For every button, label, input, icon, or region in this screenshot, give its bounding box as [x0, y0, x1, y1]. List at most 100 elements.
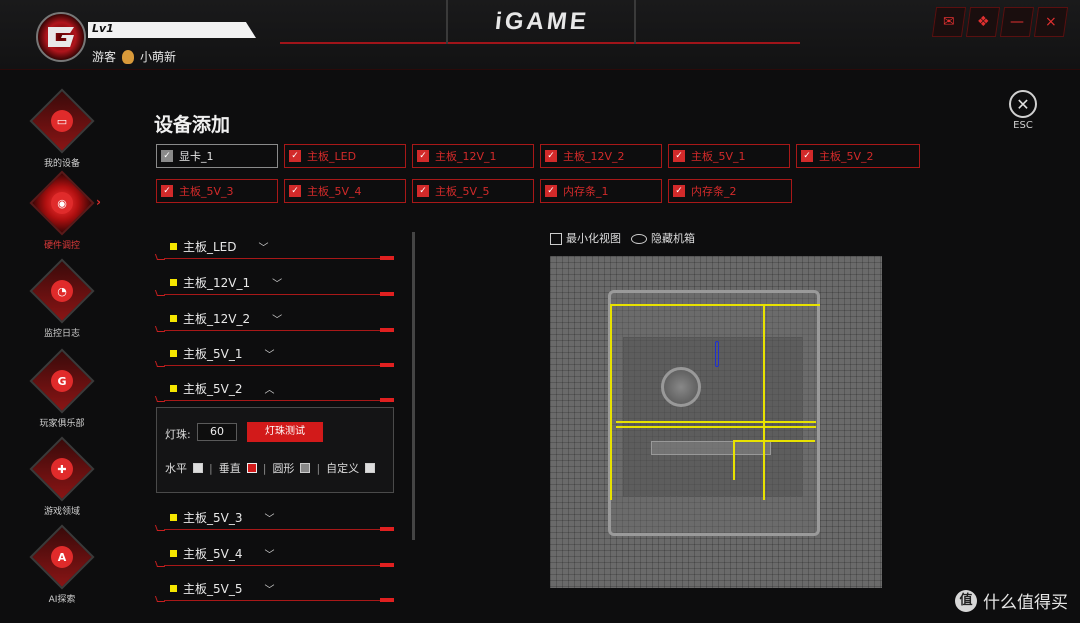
- device-label: 主板_5V_4: [307, 185, 362, 198]
- device-toggle[interactable]: ✓ 主板_5V_1: [668, 144, 790, 168]
- slider-handle[interactable]: [380, 398, 394, 402]
- view-toggles: 最小化视图 隐藏机箱: [550, 230, 695, 246]
- list-item[interactable]: 主板_12V_2 ﹀: [154, 308, 396, 344]
- slider-handle[interactable]: [380, 598, 394, 602]
- list-item[interactable]: 主板_LED ﹀: [154, 236, 396, 272]
- chevron-down-icon[interactable]: ﹀: [264, 581, 274, 596]
- device-toggle[interactable]: ✓ 主板_12V_1: [412, 144, 534, 168]
- slider-handle[interactable]: [380, 527, 394, 531]
- sidebar-item-my-devices[interactable]: ▭ 我的设备: [22, 88, 102, 169]
- mode-circle-checkbox[interactable]: [300, 463, 311, 473]
- close-button[interactable]: ×: [1033, 7, 1069, 37]
- device-toggle[interactable]: ✓ 主板_5V_4: [284, 179, 406, 203]
- device-label: 主板_5V_2: [819, 150, 874, 163]
- checkbox-icon: ✓: [673, 150, 685, 162]
- sidebar-item-ai-explore[interactable]: A AI探索: [22, 524, 102, 605]
- strip-label: 主板_5V_4: [183, 546, 243, 561]
- sidebar-item-monitor-log[interactable]: ◔ 监控日志: [22, 258, 102, 339]
- gpu-shape: [651, 441, 771, 455]
- list-item[interactable]: 主板_12V_1 ﹀: [154, 272, 396, 308]
- slider-handle[interactable]: [380, 256, 394, 260]
- mode-label: 圆形: [272, 462, 295, 475]
- checkbox-icon: ✓: [673, 185, 685, 197]
- mode-vertical-checkbox[interactable]: [246, 463, 257, 473]
- list-item[interactable]: 主板_5V_5 ﹀: [154, 578, 396, 614]
- minimize-button[interactable]: —: [999, 7, 1035, 37]
- bead-test-button[interactable]: 灯珠测试: [247, 422, 323, 442]
- checkbox-icon: ✓: [161, 150, 173, 162]
- minimize-view-toggle[interactable]: 最小化视图: [550, 230, 621, 246]
- level-bar: Lv1: [88, 22, 256, 38]
- device-label: 主板_5V_1: [691, 150, 746, 163]
- list-scrollbar[interactable]: [412, 232, 415, 540]
- mode-label: 水平: [165, 462, 187, 475]
- device-label: 主板_LED: [307, 150, 357, 163]
- strip-settings-panel: 灯珠: 60 灯珠测试 水平 | 垂直 | 圆形 | 自定义: [156, 407, 394, 493]
- led-strip[interactable]: [610, 304, 612, 500]
- device-toggle[interactable]: ✓ 主板_12V_2: [540, 144, 662, 168]
- device-label: 显卡_1: [179, 150, 214, 163]
- mode-custom-checkbox[interactable]: [365, 463, 376, 473]
- color-marker: [170, 584, 177, 592]
- chevron-down-icon[interactable]: ﹀: [264, 510, 274, 525]
- device-toggle[interactable]: ✓ 主板_5V_5: [412, 179, 534, 203]
- avatar[interactable]: [36, 12, 86, 62]
- strip-label: 主板_LED: [183, 239, 237, 254]
- device-toggle[interactable]: ✓ 内存条_2: [668, 179, 792, 203]
- selected-strip-marker[interactable]: [715, 341, 719, 367]
- chevron-down-icon[interactable]: ﹀: [259, 239, 269, 254]
- slider-handle[interactable]: [380, 363, 394, 367]
- led-strip[interactable]: [616, 421, 816, 423]
- device-toggle[interactable]: ✓ 显卡_1: [156, 144, 278, 168]
- list-item[interactable]: 主板_5V_3 ﹀: [154, 507, 396, 543]
- strip-label: 主板_5V_5: [183, 581, 243, 596]
- skin-button[interactable]: ❖: [965, 7, 1001, 37]
- window-controls: ✉ ❖ — ×: [931, 7, 1069, 37]
- chevron-down-icon[interactable]: ﹀: [272, 311, 282, 326]
- color-marker: [170, 242, 177, 250]
- led-strip[interactable]: [616, 426, 816, 428]
- beads-count-input[interactable]: 60: [197, 423, 237, 441]
- list-item[interactable]: 主板_5V_1 ﹀: [154, 343, 396, 379]
- close-icon: ×: [1045, 14, 1057, 30]
- chevron-up-icon[interactable]: ︿: [264, 381, 274, 396]
- chevron-down-icon[interactable]: ﹀: [264, 546, 274, 561]
- lightbulb-icon: [122, 49, 135, 64]
- level-label: Lv1: [92, 22, 114, 35]
- mode-horizontal-checkbox[interactable]: [193, 463, 203, 473]
- led-strip[interactable]: [733, 440, 735, 480]
- slider-handle[interactable]: [380, 292, 394, 296]
- gauge-icon: ◔: [29, 258, 95, 324]
- device-toggle[interactable]: ✓ 内存条_1: [540, 179, 662, 203]
- sidebar-item-hardware-control[interactable]: ◉ 硬件调控: [22, 170, 102, 251]
- pc-case: [608, 290, 820, 536]
- device-toggle[interactable]: ✓ 主板_5V_2: [796, 144, 920, 168]
- esc-button[interactable]: ✕ ESC: [1008, 90, 1038, 131]
- slider-handle[interactable]: [380, 563, 394, 567]
- user-info: 游客 小萌新: [92, 48, 176, 65]
- watermark-badge: 值: [955, 589, 977, 612]
- device-toggle[interactable]: ✓ 主板_LED: [284, 144, 406, 168]
- watermark: 值 什么值得买: [955, 588, 1068, 613]
- color-marker: [170, 349, 177, 357]
- chevron-down-icon[interactable]: ﹀: [272, 275, 282, 290]
- list-item[interactable]: 主板_5V_4 ﹀: [154, 543, 396, 579]
- case-preview-canvas[interactable]: [550, 256, 882, 588]
- hide-case-toggle[interactable]: 隐藏机箱: [631, 230, 695, 246]
- chevron-down-icon[interactable]: ﹀: [264, 346, 274, 361]
- strip-label: 主板_12V_1: [183, 275, 251, 290]
- device-toggle[interactable]: ✓ 主板_5V_3: [156, 179, 278, 203]
- device-label: 主板_12V_1: [435, 150, 497, 163]
- sidebar-item-players-club[interactable]: G 玩家俱乐部: [22, 348, 102, 429]
- led-strip[interactable]: [735, 440, 815, 442]
- checkbox-icon: ✓: [801, 150, 813, 162]
- sidebar-item-gaming[interactable]: ✚ 游戏领域: [22, 436, 102, 517]
- led-strip[interactable]: [763, 304, 765, 500]
- app-logo: iGAME: [493, 8, 591, 35]
- ai-icon: A: [29, 524, 95, 590]
- slider-handle[interactable]: [380, 328, 394, 332]
- led-strip[interactable]: [610, 304, 820, 306]
- club-logo-icon: G: [29, 348, 95, 414]
- notification-button[interactable]: ✉: [931, 7, 967, 37]
- strip-label: 主板_5V_1: [183, 346, 243, 361]
